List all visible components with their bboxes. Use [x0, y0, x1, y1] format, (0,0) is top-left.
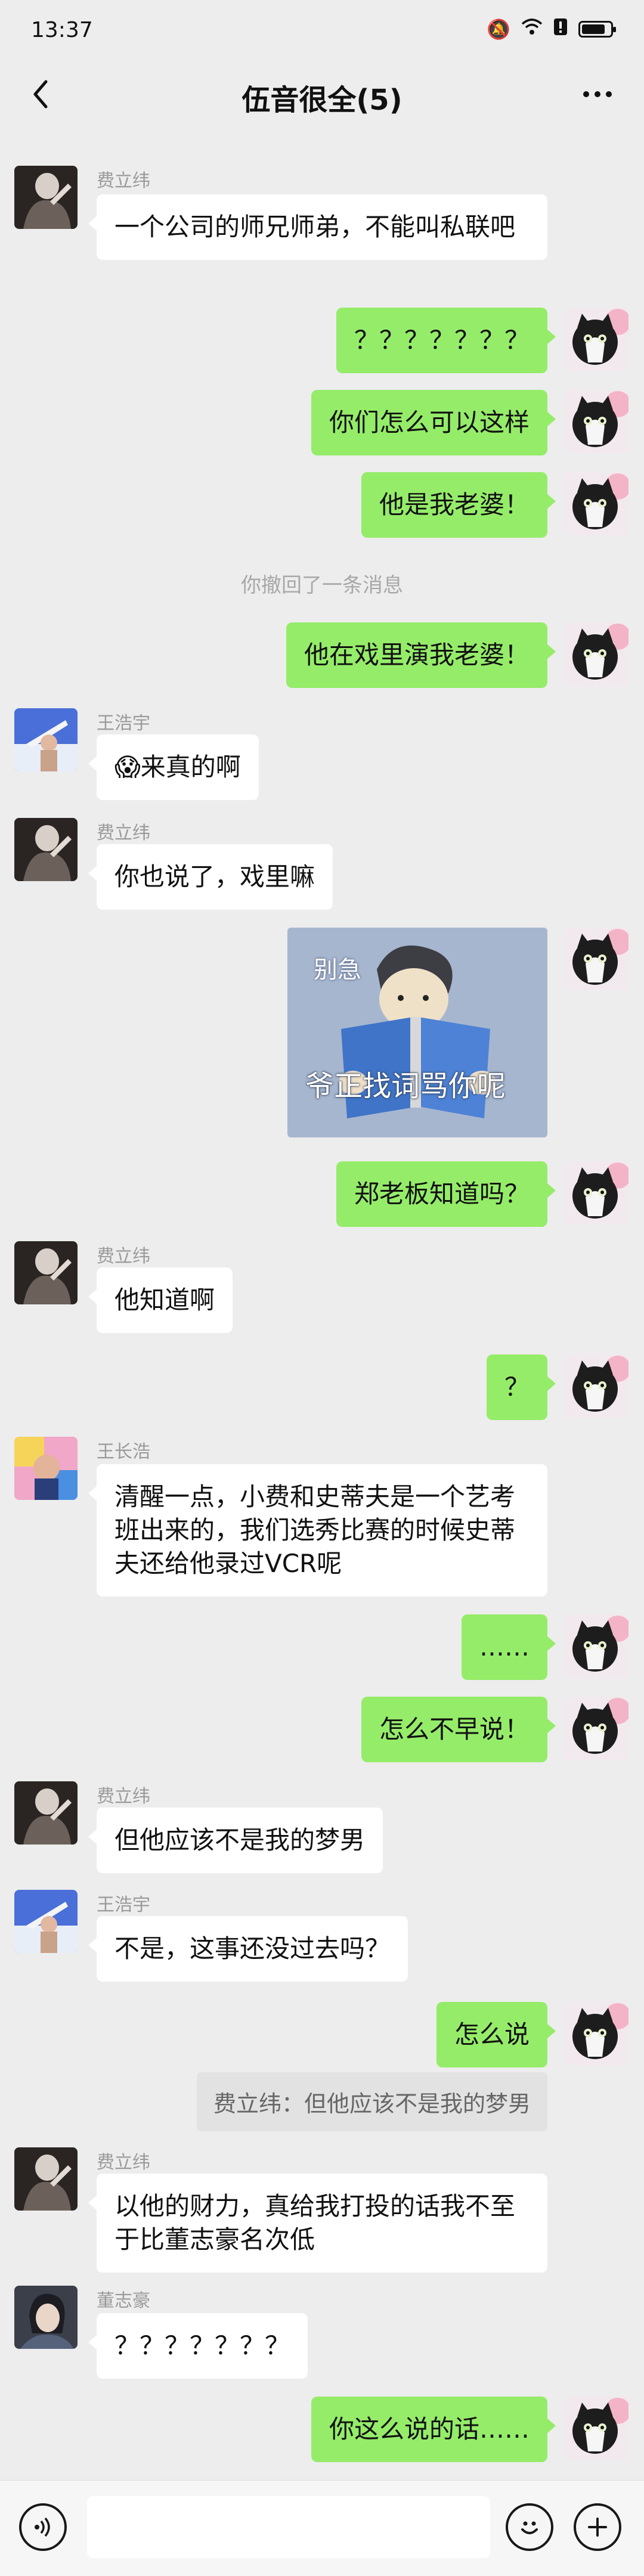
voice-button[interactable] — [19, 2503, 67, 2551]
wifi-icon — [521, 18, 543, 41]
message-bubble[interactable]: 清醒一点，小费和史蒂夫是一个艺考班出来的，我们选秀比赛的时候史蒂夫还给他录过VC… — [88, 1464, 547, 1597]
avatar-self[interactable] — [565, 928, 628, 991]
avatar-dong[interactable] — [14, 2286, 78, 2349]
avatar-wang-haoyu[interactable] — [14, 1890, 78, 1953]
message-bubble[interactable]: 你这么说的话…… — [311, 2397, 556, 2462]
avatar-self[interactable] — [565, 2002, 628, 2065]
message-bubble[interactable]: 他在戏里演我老婆！ — [286, 622, 556, 688]
input-bar — [0, 2480, 644, 2576]
chat-header: 伍音很全(5) — [0, 66, 644, 125]
sticker-caption-bottom: 爷正找词骂你呢 — [305, 1070, 506, 1103]
sticker-image[interactable]: 别急 爷正找词骂你呢 — [287, 928, 547, 1137]
avatar-wang-haoyu[interactable] — [14, 708, 78, 771]
status-icons: 🔕 — [487, 18, 616, 41]
sender-name: 费立纬 — [97, 171, 150, 191]
message-bubble[interactable]: 你也说了，戏里嘛 — [88, 844, 333, 910]
sender-name: 费立纬 — [97, 1786, 150, 1807]
avatar-fei[interactable] — [14, 818, 78, 881]
message-bubble[interactable]: 一个公司的师兄师弟，不能叫私联吧 — [88, 194, 547, 260]
avatar-fei[interactable] — [14, 166, 78, 229]
avatar-fei[interactable] — [14, 1241, 78, 1304]
chat-title: 伍音很全(5) — [242, 83, 402, 117]
more-dots-icon — [583, 91, 589, 97]
sender-name: 王长浩 — [97, 1442, 150, 1462]
avatar-self[interactable] — [565, 622, 628, 686]
message-bubble[interactable]: …… — [462, 1614, 556, 1680]
mute-icon: 🔕 — [487, 18, 510, 41]
voice-icon — [35, 2517, 50, 2537]
avatar-self[interactable] — [565, 1614, 628, 1678]
avatar-self[interactable] — [565, 1161, 628, 1225]
battery-icon — [578, 21, 616, 38]
sender-name: 王浩宇 — [97, 713, 150, 734]
message-bubble[interactable]: 怎么说 — [436, 2002, 556, 2067]
avatar-self[interactable] — [565, 1697, 628, 1760]
sender-name: 费立纬 — [97, 1246, 150, 1267]
sender-name: 王浩宇 — [97, 1895, 150, 1915]
avatar-self[interactable] — [565, 2397, 628, 2460]
message-bubble[interactable]: 他知道啊 — [88, 1267, 233, 1333]
message-bubble[interactable]: ？？？？？？？ — [336, 308, 556, 373]
quoted-message[interactable]: 费立纬：但他应该不是我的梦男 — [196, 2072, 547, 2131]
message-input[interactable] — [87, 2496, 490, 2558]
message-bubble[interactable]: ？ — [486, 1354, 556, 1420]
message-bubble[interactable]: 不是，这事还没过去吗？ — [88, 1916, 408, 1982]
message-bubble[interactable]: 以他的财力，真给我打投的话我不至于比董志豪名次低 — [88, 2174, 547, 2273]
avatar-self[interactable] — [565, 472, 628, 535]
avatar-fei[interactable] — [14, 1781, 78, 1845]
message-bubble[interactable]: 你们怎么可以这样 — [311, 390, 556, 455]
sender-name: 费立纬 — [97, 2152, 150, 2173]
sender-name: 费立纬 — [97, 823, 150, 844]
status-bar: 13:37 🔕 — [0, 0, 644, 66]
recall-notice: 你撤回了一条消息 — [241, 574, 403, 597]
message-bubble[interactable]: 但他应该不是我的梦男 — [88, 1808, 383, 1873]
plus-icon — [588, 2518, 607, 2537]
message-bubble[interactable]: 郑老板知道吗？ — [336, 1161, 556, 1227]
message-bubble[interactable]: 怎么不早说！ — [361, 1697, 556, 1762]
status-time: 13:37 — [31, 18, 93, 42]
emoji-button[interactable] — [506, 2503, 553, 2551]
message-bubble[interactable]: 他是我老婆！ — [361, 472, 556, 538]
avatar-fei[interactable] — [14, 2147, 78, 2211]
sender-name: 董志豪 — [97, 2290, 150, 2311]
emoji-icon — [521, 2521, 538, 2534]
alert-icon — [553, 18, 568, 41]
message-bubble[interactable]: 😱来真的啊 — [88, 734, 259, 800]
avatar-self[interactable] — [565, 1354, 628, 1418]
sticker-caption-top: 别急 — [314, 956, 361, 984]
more-button[interactable] — [574, 76, 621, 112]
message-bubble[interactable]: ？？？？？？？ — [88, 2313, 308, 2379]
avatar-wang-changhao[interactable] — [14, 1437, 78, 1500]
plus-button[interactable] — [574, 2503, 621, 2551]
avatar-self[interactable] — [565, 390, 628, 453]
avatar-self[interactable] — [565, 308, 628, 371]
scream-emoji: 😱 — [114, 752, 141, 782]
